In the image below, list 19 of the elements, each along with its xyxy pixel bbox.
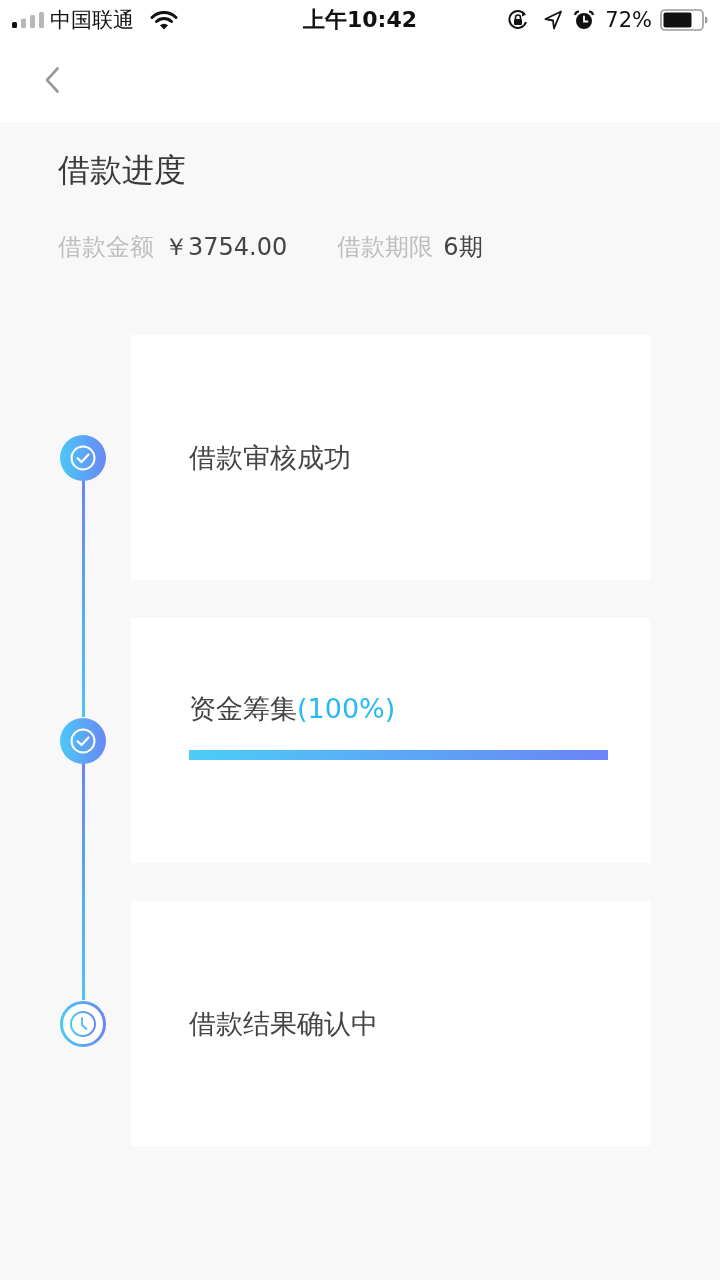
step-label: 借款审核成功 xyxy=(189,440,351,475)
location-arrow-icon xyxy=(544,10,563,30)
progress-percentage: (100%) xyxy=(297,692,396,726)
battery-percentage: 72% xyxy=(605,8,652,32)
status-time: 上午10:42 xyxy=(303,6,417,34)
step-label: 资金筹集 xyxy=(189,692,297,726)
page-title: 借款进度 xyxy=(58,150,186,191)
battery-icon xyxy=(660,9,708,31)
summary-label: 借款期限 xyxy=(337,232,434,262)
alarm-clock-icon xyxy=(574,10,595,30)
rotation-lock-icon xyxy=(507,9,530,31)
summary-value: ￥3754.00 xyxy=(164,232,288,262)
carrier-name: 中国联通 xyxy=(50,7,134,34)
step-label: 借款结果确认中 xyxy=(189,1006,378,1041)
summary-value: 6期 xyxy=(443,232,483,262)
signal-icon xyxy=(12,12,44,28)
chevron-left-icon xyxy=(45,67,59,93)
summary-label: 借款金额 xyxy=(58,232,154,262)
wifi-icon xyxy=(150,10,178,30)
